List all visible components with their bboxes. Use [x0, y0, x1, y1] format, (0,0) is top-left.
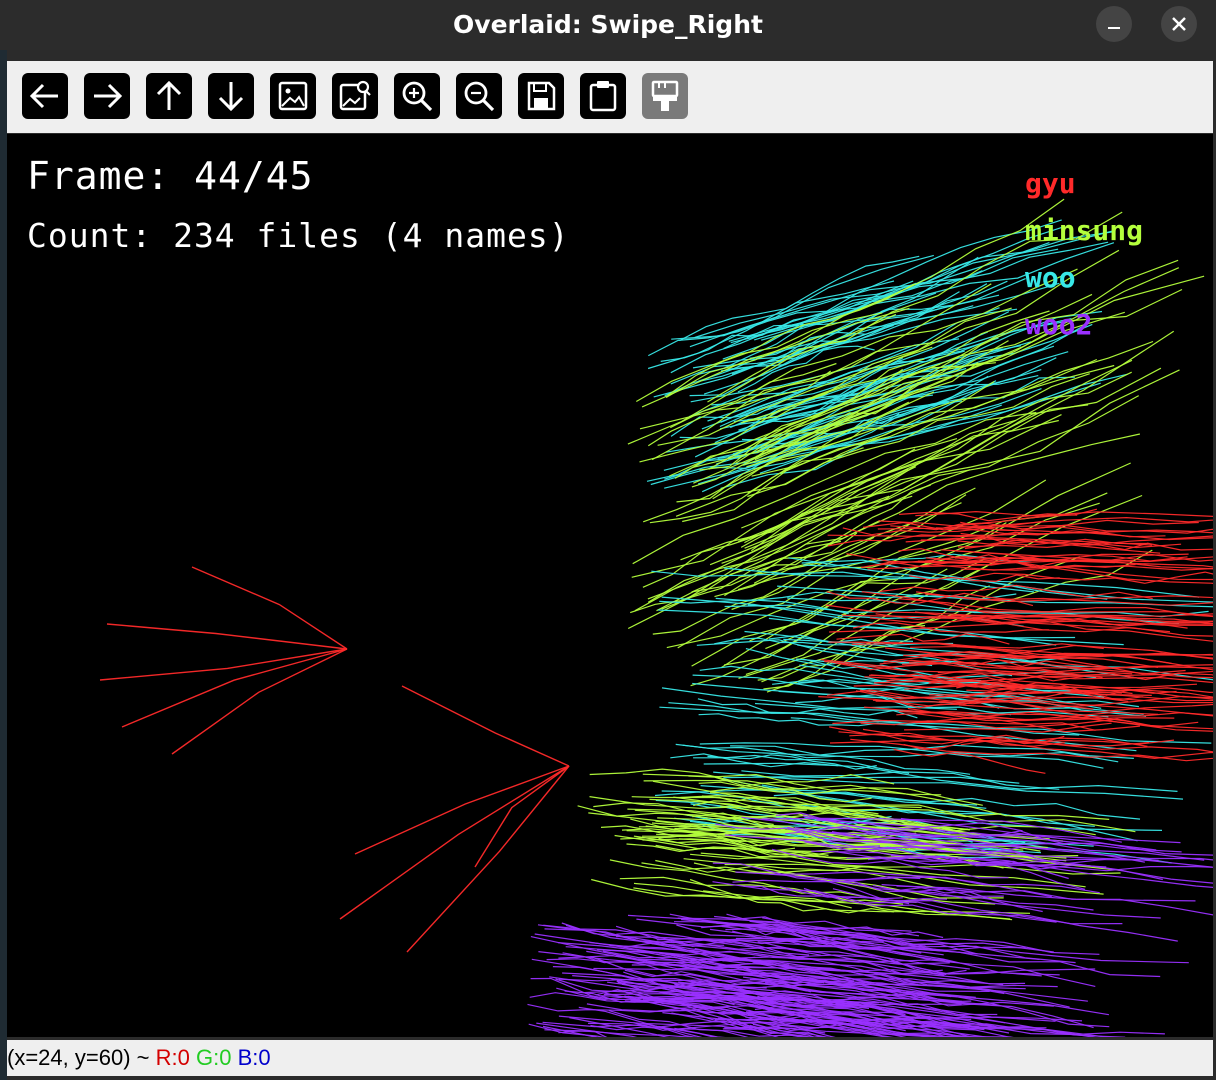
pixel-green-value: G:0	[195, 1045, 232, 1070]
close-icon	[1172, 17, 1186, 31]
properties-button[interactable]	[642, 73, 688, 119]
cursor-coords: (x=24, y=60) ~	[7, 1045, 156, 1070]
paint-brush-icon	[651, 80, 679, 111]
pixel-blue-value: B:0	[237, 1045, 271, 1070]
arrow-left-icon	[29, 83, 58, 109]
zoom-out-icon	[464, 81, 495, 112]
save-button[interactable]	[518, 73, 564, 119]
pan-up-button[interactable]	[146, 73, 192, 119]
legend-item-woo2: woo2	[1025, 308, 1093, 341]
pixel-red-value: R:0	[155, 1045, 190, 1070]
pan-right-button[interactable]	[84, 73, 130, 119]
arrow-up-icon	[156, 80, 182, 110]
title-bar[interactable]: Overlaid: Swipe_Right	[0, 0, 1216, 50]
arrow-down-icon	[218, 82, 244, 112]
window-title: Overlaid: Swipe_Right	[453, 10, 763, 39]
minimize-icon	[1108, 27, 1120, 29]
close-button[interactable]	[1161, 6, 1197, 42]
legend-item-minsung: minsung	[1025, 214, 1144, 247]
legend: gyu minsung woo woo2	[1025, 164, 1143, 352]
status-bar: (x=24, y=60) ~ R:0 G:0 B:0	[7, 1040, 1213, 1076]
legend-item-woo: woo	[1025, 261, 1076, 294]
minimize-button[interactable]	[1096, 6, 1132, 42]
legend-item-gyu: gyu	[1025, 167, 1076, 200]
image-search-icon	[339, 80, 371, 111]
file-count: Count: 234 files (4 names)	[27, 216, 570, 255]
image-icon	[278, 81, 308, 111]
image-viewer-window: Overlaid: Swipe_Right Frame: 44/45 Count…	[0, 0, 1216, 1080]
copy-clipboard-button[interactable]	[580, 73, 626, 119]
frame-counter: Frame: 44/45	[27, 154, 314, 198]
zoom-out-button[interactable]	[456, 73, 502, 119]
image-canvas[interactable]: Frame: 44/45 Count: 234 files (4 names) …	[7, 134, 1213, 1037]
pan-down-button[interactable]	[208, 73, 254, 119]
zoom-area-button[interactable]	[332, 73, 378, 119]
zoom-in-button[interactable]	[394, 73, 440, 119]
zoom-in-icon	[402, 81, 433, 112]
save-icon	[527, 81, 556, 111]
pan-left-button[interactable]	[22, 73, 68, 119]
toolbar	[7, 61, 1213, 133]
arrow-right-icon	[94, 83, 123, 109]
zoom-image-button[interactable]	[270, 73, 316, 119]
background-edge	[0, 50, 7, 1080]
clipboard-icon	[589, 81, 617, 112]
